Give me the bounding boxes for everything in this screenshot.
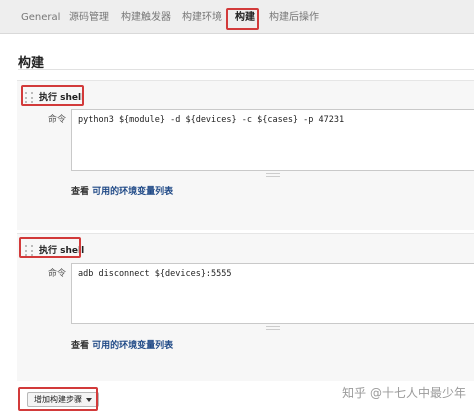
highlight-active-tab <box>226 8 259 30</box>
command-label: 命令 <box>48 115 67 125</box>
textarea-resize-handle[interactable] <box>71 325 474 330</box>
env-vars-hint: 查看 可用的环境变量列表 <box>71 184 173 197</box>
tab-build-triggers[interactable]: 构建触发器 <box>121 8 171 28</box>
env-vars-hint: 查看 可用的环境变量列表 <box>71 338 173 351</box>
highlight-add-step <box>18 387 98 411</box>
env-vars-link[interactable]: 可用的环境变量列表 <box>92 187 173 197</box>
tab-post-build-actions[interactable]: 构建后操作 <box>269 8 319 28</box>
env-vars-link[interactable]: 可用的环境变量列表 <box>92 341 173 351</box>
command-textarea[interactable]: adb disconnect ${devices}:5555 <box>71 263 474 324</box>
textarea-resize-handle[interactable] <box>71 172 474 177</box>
tab-source-control[interactable]: 源码管理 <box>69 8 109 28</box>
command-textarea[interactable]: python3 ${module} -d ${devices} -c ${cas… <box>71 109 474 171</box>
watermark-text: 知乎 @十七人中最少年 <box>342 386 466 400</box>
env-vars-prefix: 查看 <box>71 341 90 351</box>
watermark: 知乎 @十七人中最少年 <box>342 384 466 401</box>
tab-general[interactable]: General <box>21 8 60 28</box>
highlight-step-1-title <box>21 85 84 106</box>
tab-build-environment[interactable]: 构建环境 <box>182 8 222 28</box>
env-vars-prefix: 查看 <box>71 187 90 197</box>
highlight-step-2-title <box>19 237 81 258</box>
section-divider <box>18 69 474 70</box>
command-label: 命令 <box>48 269 67 279</box>
